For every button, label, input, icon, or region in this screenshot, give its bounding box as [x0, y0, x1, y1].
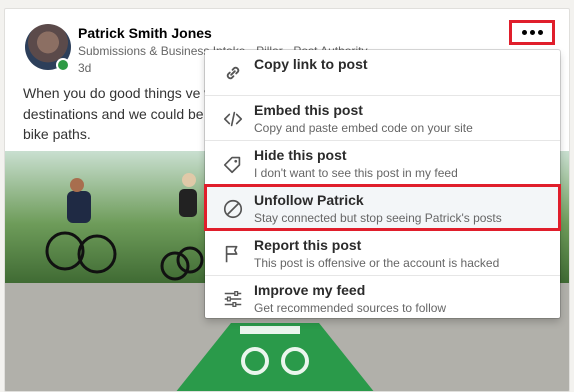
- menu-item-unfollow[interactable]: Unfollow Patrick Stay connected but stop…: [204, 184, 561, 231]
- menu-item-embed[interactable]: Embed this post Copy and paste embed cod…: [205, 95, 560, 140]
- author-name[interactable]: Patrick Smith Jones: [78, 25, 212, 41]
- sliders-icon: [224, 291, 242, 307]
- menu-item-improve-feed[interactable]: Improve my feed Get recommended sources …: [205, 275, 560, 320]
- menu-item-copy-link[interactable]: Copy link to post: [205, 50, 560, 95]
- menu-item-subtitle: Get recommended sources to follow: [254, 301, 447, 315]
- more-dot-icon: [529, 30, 535, 35]
- menu-item-title: Embed this post: [254, 102, 363, 118]
- post-options-menu: Copy link to post Embed this post Copy a…: [204, 50, 561, 320]
- block-icon: [223, 199, 243, 219]
- menu-item-title: Copy link to post: [254, 56, 368, 72]
- code-icon: [223, 111, 243, 127]
- menu-item-subtitle: This post is offensive or the account is…: [254, 256, 500, 270]
- menu-item-report[interactable]: Report this post This post is offensive …: [205, 230, 560, 275]
- menu-item-title: Unfollow Patrick: [254, 192, 364, 208]
- menu-item-subtitle: I don't want to see this post in my feed: [254, 166, 458, 180]
- menu-item-subtitle: Copy and paste embed code on your site: [254, 121, 473, 135]
- online-status-icon: [56, 58, 70, 72]
- post-time: 3d: [78, 61, 92, 75]
- menu-item-hide[interactable]: Hide this post I don't want to see this …: [205, 140, 560, 185]
- more-dot-icon: [537, 30, 543, 35]
- more-options-button[interactable]: [509, 20, 555, 45]
- flag-icon: [225, 245, 238, 263]
- menu-item-subtitle: Stay connected but stop seeing Patrick's…: [254, 211, 502, 225]
- menu-item-title: Hide this post: [254, 147, 347, 163]
- more-dot-icon: [521, 30, 527, 35]
- tag-icon: [223, 156, 241, 174]
- menu-item-title: Report this post: [254, 237, 362, 253]
- menu-item-title: Improve my feed: [254, 282, 366, 298]
- link-icon: [226, 66, 240, 80]
